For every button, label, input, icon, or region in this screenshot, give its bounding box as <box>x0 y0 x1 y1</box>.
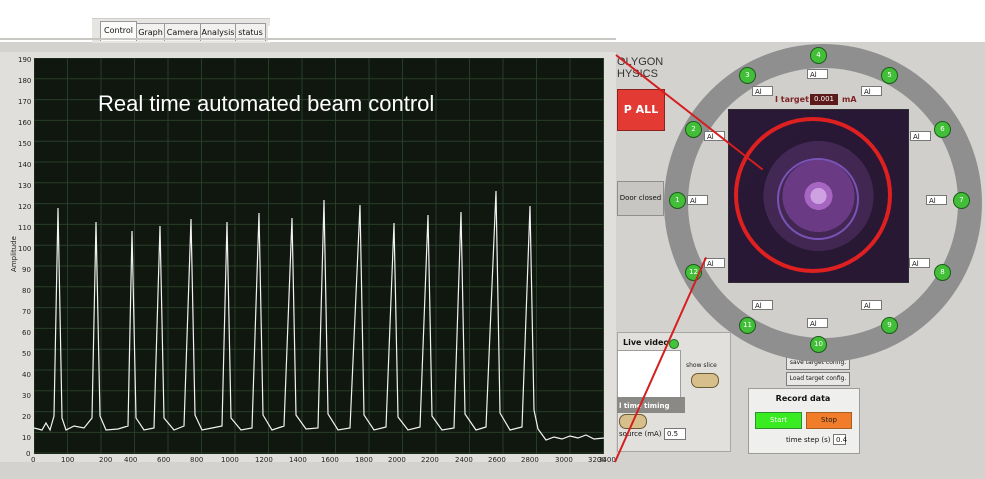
ai-field-10[interactable]: Al <box>807 318 828 328</box>
ring-node-6[interactable]: 6 <box>934 121 951 138</box>
time-step-label: time step (s) <box>786 436 831 444</box>
ai-field-8[interactable]: Al <box>909 258 930 268</box>
y-tick-170: 170 <box>18 98 32 106</box>
ai-field-7[interactable]: Al <box>926 195 947 205</box>
ring-node-11[interactable]: 11 <box>739 317 756 334</box>
y-tick-160: 160 <box>18 119 32 127</box>
ai-field-12[interactable]: Al <box>704 258 725 268</box>
target-current-label: I target <box>775 95 809 104</box>
y-tick-130: 130 <box>18 182 32 190</box>
y-tick-40: 40 <box>22 371 31 379</box>
x-tick-100: 100 <box>61 456 75 464</box>
panel-top-divider <box>0 38 616 40</box>
x-tick-3000: 3000 <box>555 456 573 464</box>
y-tick-110: 110 <box>18 224 32 232</box>
record-data-title: Record data <box>775 394 831 403</box>
x-tick-3400: 3400 <box>598 456 616 464</box>
y-tick-180: 180 <box>18 77 32 85</box>
y-tick-70: 70 <box>22 308 31 316</box>
x-tick-1600: 1600 <box>321 456 339 464</box>
y-tick-150: 150 <box>18 140 32 148</box>
x-tick-400: 400 <box>124 456 138 464</box>
ai-field-1[interactable]: Al <box>687 195 708 205</box>
x-tick-1800: 1800 <box>355 456 373 464</box>
load-target-config-button[interactable]: Load target config. <box>786 372 850 386</box>
y-tick-120: 120 <box>18 203 32 211</box>
x-tick-0: 0 <box>31 456 36 464</box>
ring-node-7[interactable]: 7 <box>953 192 970 209</box>
y-tick-90: 90 <box>22 266 31 274</box>
y-tick-30: 30 <box>22 392 31 400</box>
ring-node-10[interactable]: 10 <box>810 336 827 353</box>
ring-node-1[interactable]: 1 <box>669 192 686 209</box>
stop-all-button[interactable]: P ALL <box>617 89 665 131</box>
x-tick-800: 800 <box>190 456 204 464</box>
ring-node-8[interactable]: 8 <box>934 264 951 281</box>
ring-node-3[interactable]: 3 <box>739 67 756 84</box>
target-current-unit: mA <box>842 95 857 104</box>
amplitude-trace <box>33 190 605 441</box>
y-tick-190: 190 <box>18 56 32 64</box>
record-stop-button[interactable]: Stop <box>806 412 852 429</box>
application-panel: Control Graph Camera Analysis status Amp… <box>0 0 985 479</box>
ring-node-4[interactable]: 4 <box>810 47 827 64</box>
source-current-input[interactable]: 0.5 <box>664 428 686 440</box>
door-closed-button[interactable]: Door closed <box>617 181 664 216</box>
x-tick-1000: 1000 <box>221 456 239 464</box>
y-tick-50: 50 <box>22 350 31 358</box>
target-current-value: 0.001 <box>810 94 838 105</box>
highlight-circle <box>734 117 892 273</box>
ring-node-2[interactable]: 2 <box>685 121 702 138</box>
ring-node-9[interactable]: 9 <box>881 317 898 334</box>
ring-node-5[interactable]: 5 <box>881 67 898 84</box>
show-slice-toggle[interactable] <box>691 373 719 388</box>
ai-field-11[interactable]: Al <box>752 300 773 310</box>
ai-field-9[interactable]: Al <box>861 300 882 310</box>
ai-field-5[interactable]: Al <box>861 86 882 96</box>
live-video-led <box>669 339 679 349</box>
y-tick-100: 100 <box>18 245 32 253</box>
y-tick-60: 60 <box>22 329 31 337</box>
time-timing-label: l time timing <box>619 402 670 410</box>
video-source-list[interactable] <box>617 350 681 398</box>
amplitude-plot[interactable] <box>33 57 605 454</box>
x-tick-200: 200 <box>99 456 113 464</box>
ai-field-6[interactable]: Al <box>910 131 931 141</box>
time-step-input[interactable]: 0.4 <box>833 434 847 445</box>
x-tick-1200: 1200 <box>255 456 273 464</box>
y-tick-80: 80 <box>22 287 31 295</box>
y-tick-140: 140 <box>18 161 32 169</box>
show-slice-label: show slice <box>686 362 717 369</box>
ai-field-4[interactable]: Al <box>807 69 828 79</box>
live-video-title: Live video <box>623 338 669 347</box>
x-tick-2000: 2000 <box>388 456 406 464</box>
x-tick-2800: 2800 <box>521 456 539 464</box>
x-tick-2200: 2200 <box>421 456 439 464</box>
ai-field-3[interactable]: Al <box>752 86 773 96</box>
x-tick-600: 600 <box>157 456 171 464</box>
y-tick-10: 10 <box>22 434 31 442</box>
record-start-button[interactable]: Start <box>755 412 802 429</box>
x-tick-2600: 2600 <box>488 456 506 464</box>
x-tick-1400: 1400 <box>289 456 307 464</box>
y-tick-0: 0 <box>26 450 31 458</box>
plot-svg <box>33 57 605 454</box>
y-axis-label: Amplitude <box>10 236 18 272</box>
x-tick-2400: 2400 <box>455 456 473 464</box>
y-tick-20: 20 <box>22 413 31 421</box>
graph-overlay-title: Real time automated beam control <box>98 91 435 116</box>
